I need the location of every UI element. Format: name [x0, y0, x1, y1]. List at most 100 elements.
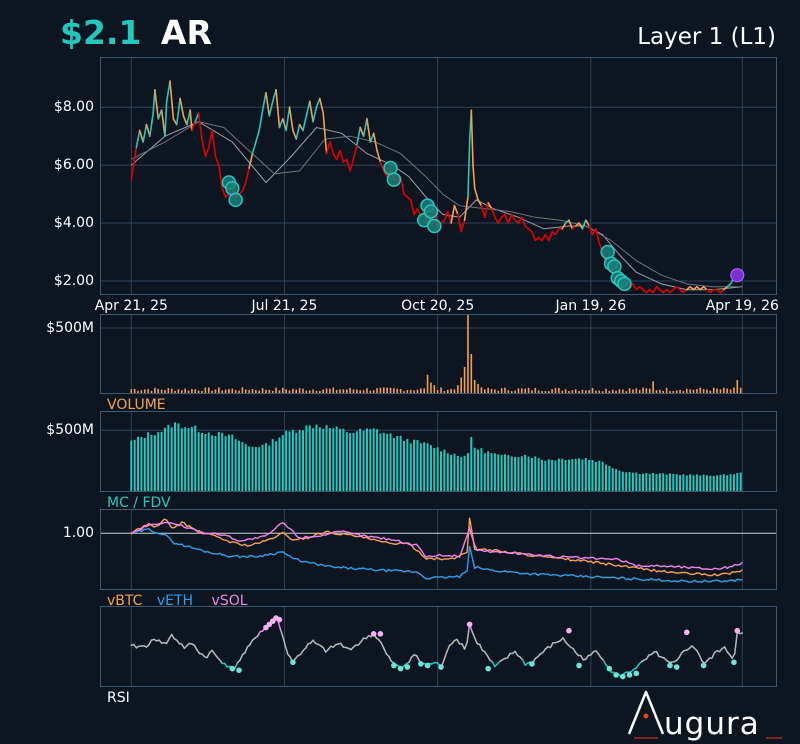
mcfdv-bar	[409, 443, 412, 491]
volume-bar	[221, 390, 223, 393]
mcfdv-bar	[524, 454, 527, 491]
volume-bar	[399, 389, 402, 393]
mcfdv-bar	[345, 432, 348, 491]
mcfdv-bar	[477, 449, 480, 491]
rsi-oversold-marker	[731, 659, 737, 666]
volume-bar	[224, 389, 227, 393]
rsi-oversold-marker	[391, 662, 397, 669]
mcfdv-bar	[365, 428, 368, 491]
volume-bar	[578, 390, 580, 393]
volume-bar	[453, 389, 456, 393]
volume-bar	[561, 390, 564, 393]
background	[0, 0, 800, 744]
mcfdv-bar	[369, 428, 372, 491]
mcfdv-bar	[402, 440, 405, 491]
mcfdv-bar	[682, 474, 685, 491]
rsi-overbought-marker	[466, 621, 473, 628]
legend-veth: vETH	[157, 593, 193, 609]
volume-bar	[244, 389, 247, 393]
volume-bar	[261, 388, 264, 393]
mcfdv-bar	[578, 458, 581, 491]
volume-bar	[339, 389, 341, 393]
volume-bar	[463, 367, 466, 393]
volume-bar	[517, 388, 520, 393]
mcfdv-bar	[231, 434, 234, 491]
mcfdv-bar	[466, 453, 469, 491]
volume-bar	[201, 390, 203, 393]
mcfdv-bar	[376, 429, 379, 491]
logo-text: ugura	[664, 706, 760, 742]
mcfdv-bar	[140, 437, 143, 491]
mcfdv-bar	[153, 435, 156, 491]
volume-bar	[409, 389, 412, 393]
mcfdv-bar	[611, 468, 614, 491]
volume-bar	[258, 390, 261, 393]
mcfdv-bar	[197, 432, 200, 491]
mcfdv-bar	[628, 471, 631, 491]
mcfdv-bar	[517, 457, 520, 491]
mcfdv-bar	[204, 434, 207, 491]
volume-bar	[588, 390, 590, 393]
volume-bar	[551, 389, 553, 393]
mcfdv-bar	[453, 453, 456, 491]
mcfdv-bar	[349, 432, 352, 491]
mcfdv-bar	[335, 426, 338, 491]
rsi-oversold-marker	[397, 665, 404, 672]
mcfdv-bar	[180, 428, 183, 491]
mcfdv-bar	[493, 453, 496, 491]
volume-bar	[709, 390, 712, 393]
signal-marker	[617, 276, 632, 292]
volume-bar	[712, 387, 715, 393]
volume-bar	[521, 388, 523, 393]
mcfdv-bar	[695, 474, 698, 491]
volume-bar	[564, 389, 567, 393]
mcfdv-bar	[584, 458, 587, 491]
mcfdv-bar	[557, 458, 560, 491]
volume-bar	[726, 388, 728, 393]
volume-bar	[345, 389, 348, 393]
volume-bar	[403, 391, 405, 393]
volume-bar	[719, 389, 722, 393]
volume-bar	[322, 389, 324, 393]
mcfdv-bar	[261, 444, 264, 491]
volume-bar	[366, 388, 368, 393]
volume-bar	[285, 389, 287, 393]
mcfdv-bar	[638, 473, 641, 491]
mcfdv-bar	[177, 423, 180, 491]
volume-bar	[672, 390, 675, 393]
signal-marker	[228, 192, 243, 208]
mcfdv-bar	[561, 458, 564, 491]
volume-bar	[372, 390, 375, 393]
rsi-segment	[739, 632, 744, 635]
mcfdv-bar	[716, 475, 719, 491]
mcfdv-y-tick-label: $500M	[46, 422, 94, 438]
mcfdv-bar	[443, 449, 446, 491]
mcfdv-bar	[551, 459, 554, 491]
mcfdv-bar	[541, 459, 544, 491]
mcfdv-bar	[500, 454, 503, 491]
x-tick-label: Jul 21, 25	[251, 298, 318, 314]
volume-bar	[642, 387, 644, 393]
mcfdv-bar	[419, 443, 422, 491]
mcfdv-bar	[598, 460, 601, 491]
volume-bar	[281, 387, 284, 393]
volume-bar	[581, 389, 584, 393]
mcfdv-bar	[497, 454, 500, 491]
volume-bar	[140, 390, 143, 393]
volume-bar	[369, 390, 372, 393]
volume-bar	[413, 390, 415, 393]
mcfdv-bar	[537, 458, 540, 491]
mcfdv-bar	[433, 448, 436, 491]
volume-bar	[736, 380, 739, 393]
volume-bar	[611, 389, 614, 393]
volume-bar	[487, 387, 489, 393]
volume-bar	[170, 388, 173, 393]
rsi-oversold-marker	[529, 661, 535, 667]
mcfdv-bar	[436, 447, 439, 491]
rsi-overbought-marker	[377, 631, 384, 637]
mcfdv-bar	[658, 473, 661, 491]
mcfdv-bar	[588, 459, 591, 491]
mcfdv-bar	[281, 435, 284, 491]
volume-bar	[669, 390, 671, 393]
mcfdv-bar	[298, 430, 301, 491]
